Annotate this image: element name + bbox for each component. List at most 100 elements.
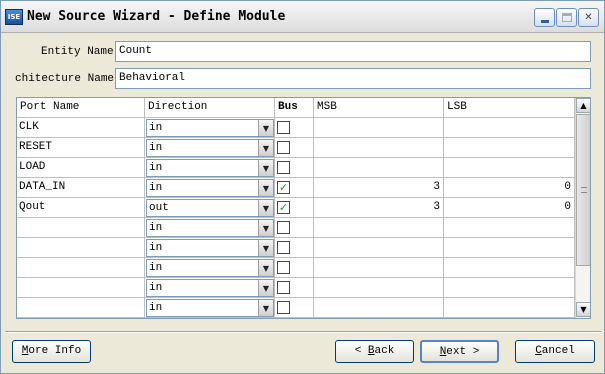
header-direction[interactable]: Direction: [145, 98, 275, 118]
direction-cell: in ▼: [145, 178, 275, 198]
bus-cell: [275, 238, 314, 258]
bus-checkbox[interactable]: [277, 261, 290, 274]
chevron-down-icon[interactable]: ▼: [258, 260, 273, 276]
lsb-cell[interactable]: [444, 238, 575, 258]
direction-cell: in ▼: [145, 218, 275, 238]
chevron-down-icon[interactable]: ▼: [258, 140, 273, 156]
direction-value: in: [149, 302, 163, 314]
direction-select[interactable]: in ▼: [146, 299, 274, 317]
msb-cell[interactable]: [314, 138, 444, 158]
bus-checkbox[interactable]: [277, 141, 290, 154]
direction-select[interactable]: in ▼: [146, 119, 274, 137]
scroll-down-button[interactable]: ▼: [576, 302, 590, 317]
direction-value: in: [149, 282, 163, 294]
chevron-down-icon[interactable]: ▼: [258, 120, 273, 136]
lsb-cell[interactable]: 0: [444, 198, 575, 218]
next-button[interactable]: Next >: [420, 340, 499, 363]
bus-checkbox[interactable]: [277, 281, 290, 294]
direction-cell: in ▼: [145, 238, 275, 258]
msb-cell[interactable]: [314, 118, 444, 138]
port-name-cell[interactable]: [17, 218, 145, 238]
bus-cell: [275, 158, 314, 178]
direction-select[interactable]: in ▼: [146, 259, 274, 277]
entity-name-field[interactable]: Count: [115, 41, 591, 62]
table-row: in ▼: [17, 278, 575, 298]
bus-checkbox[interactable]: [277, 161, 290, 174]
header-port-name[interactable]: Port Name: [17, 98, 145, 118]
lsb-cell[interactable]: 0: [444, 178, 575, 198]
bus-checkbox[interactable]: ✓: [277, 201, 290, 214]
lsb-cell[interactable]: [444, 218, 575, 238]
maximize-button[interactable]: [556, 8, 577, 27]
direction-select[interactable]: in ▼: [146, 219, 274, 237]
bus-checkbox[interactable]: [277, 121, 290, 134]
msb-cell[interactable]: [314, 278, 444, 298]
direction-select[interactable]: in ▼: [146, 279, 274, 297]
table-row: CLK in ▼: [17, 118, 575, 138]
chevron-down-icon[interactable]: ▼: [258, 160, 273, 176]
msb-cell[interactable]: [314, 298, 444, 318]
header-bus[interactable]: Bus: [275, 98, 314, 118]
port-name-cell[interactable]: [17, 278, 145, 298]
more-info-button[interactable]: More Info: [12, 340, 91, 363]
direction-select[interactable]: in ▼: [146, 139, 274, 157]
back-button[interactable]: < Back: [335, 340, 414, 363]
architecture-name-label: chitecture Name: [15, 73, 115, 85]
direction-value: in: [149, 242, 163, 254]
msb-cell[interactable]: [314, 158, 444, 178]
chevron-down-icon[interactable]: ▼: [258, 300, 273, 316]
direction-value: out: [149, 202, 169, 214]
bus-cell: [275, 278, 314, 298]
bus-cell: [275, 118, 314, 138]
chevron-down-icon[interactable]: ▼: [258, 220, 273, 236]
minimize-button[interactable]: [534, 8, 555, 27]
lsb-cell[interactable]: [444, 138, 575, 158]
bus-checkbox[interactable]: ✓: [277, 181, 290, 194]
chevron-down-icon[interactable]: ▼: [258, 200, 273, 216]
header-msb[interactable]: MSB: [314, 98, 444, 118]
direction-select[interactable]: out ▼: [146, 199, 274, 217]
direction-select[interactable]: in ▼: [146, 239, 274, 257]
chevron-down-icon[interactable]: ▼: [258, 280, 273, 296]
port-grid: Port Name Direction Bus MSB LSB CLK in ▼ RE…: [16, 97, 591, 319]
direction-select[interactable]: in ▼: [146, 179, 274, 197]
lsb-cell[interactable]: [444, 258, 575, 278]
architecture-name-field[interactable]: Behavioral: [115, 68, 591, 89]
direction-select[interactable]: in ▼: [146, 159, 274, 177]
port-name-cell[interactable]: DATA_IN: [17, 178, 145, 198]
chevron-down-icon: ▼: [580, 305, 587, 314]
bus-checkbox[interactable]: [277, 221, 290, 234]
bus-checkbox[interactable]: [277, 241, 290, 254]
port-name-cell[interactable]: RESET: [17, 138, 145, 158]
port-name-cell[interactable]: [17, 258, 145, 278]
back-prefix: <: [354, 345, 368, 357]
lsb-cell[interactable]: [444, 278, 575, 298]
msb-cell[interactable]: [314, 258, 444, 278]
msb-cell[interactable]: [314, 218, 444, 238]
port-name-cell[interactable]: [17, 238, 145, 258]
scroll-thumb[interactable]: [576, 114, 590, 266]
port-name-cell[interactable]: Qout: [17, 198, 145, 218]
cancel-button[interactable]: Cancel: [515, 340, 595, 363]
msb-cell[interactable]: [314, 238, 444, 258]
lsb-cell[interactable]: [444, 298, 575, 318]
vertical-scrollbar[interactable]: ▲ ▼: [575, 98, 590, 318]
maximize-icon: [561, 13, 572, 22]
grip-icon: [581, 187, 587, 193]
bus-checkbox[interactable]: [277, 301, 290, 314]
msb-cell[interactable]: 3: [314, 178, 444, 198]
chevron-down-icon[interactable]: ▼: [258, 180, 273, 196]
msb-cell[interactable]: 3: [314, 198, 444, 218]
port-name-cell[interactable]: CLK: [17, 118, 145, 138]
close-button[interactable]: ✕: [578, 8, 599, 27]
port-name-cell[interactable]: [17, 298, 145, 318]
back-mnemonic: B: [367, 345, 375, 357]
header-lsb[interactable]: LSB: [444, 98, 575, 118]
direction-value: in: [149, 162, 163, 174]
port-name-cell[interactable]: LOAD: [17, 158, 145, 178]
scroll-up-button[interactable]: ▲: [576, 98, 590, 113]
lsb-cell[interactable]: [444, 158, 575, 178]
lsb-cell[interactable]: [444, 118, 575, 138]
direction-cell: in ▼: [145, 258, 275, 278]
chevron-down-icon[interactable]: ▼: [258, 240, 273, 256]
